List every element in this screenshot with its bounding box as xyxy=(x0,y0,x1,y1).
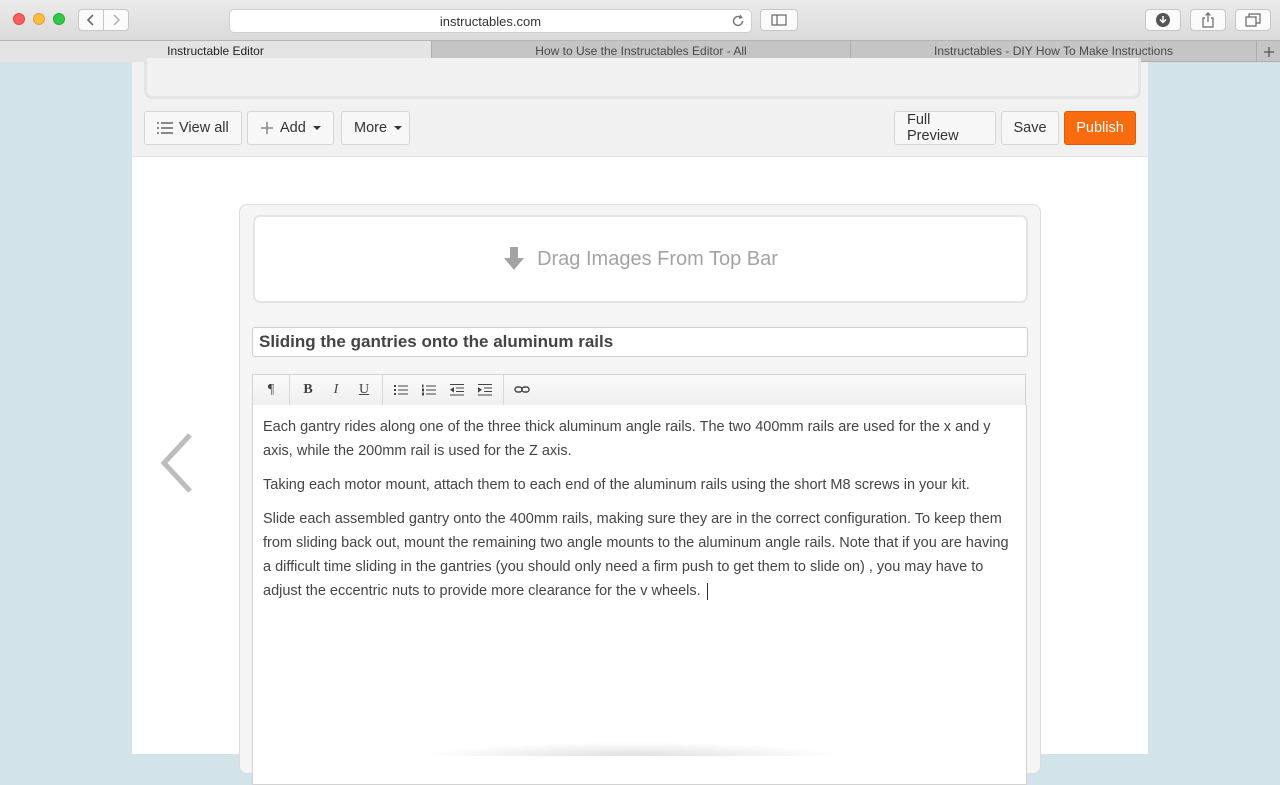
reload-button[interactable] xyxy=(730,13,746,34)
window-minimize-button[interactable] xyxy=(33,13,45,25)
editor-toolbar-area: View all Add More Full Preview Save Publ… xyxy=(132,58,1148,157)
new-tab-button[interactable] xyxy=(1257,41,1280,62)
caret-down-icon xyxy=(394,126,403,130)
step-body-editor[interactable]: Each gantry rides along one of the three… xyxy=(252,405,1027,785)
arrow-down-icon xyxy=(504,247,525,270)
rte-group-link xyxy=(504,375,540,405)
numbered-list-button[interactable] xyxy=(415,378,443,402)
chevron-right-icon xyxy=(113,14,121,26)
image-library-panel xyxy=(144,58,1141,99)
bulleted-list-icon xyxy=(394,385,408,395)
outdent-icon xyxy=(450,384,464,396)
rich-text-toolbar: ¶ B I U xyxy=(252,374,1026,406)
full-preview-button[interactable]: Full Preview xyxy=(894,111,996,145)
editor-page: View all Add More Full Preview Save Publ… xyxy=(132,58,1148,785)
add-label: Add xyxy=(280,120,306,136)
step-editor-card: Drag Images From Top Bar ¶ B I U xyxy=(239,204,1041,785)
text-cursor xyxy=(706,582,708,600)
image-dropzone[interactable]: Drag Images From Top Bar xyxy=(253,215,1028,303)
rte-group-style: B I U xyxy=(290,375,383,405)
paragraph-format-button[interactable]: ¶ xyxy=(257,378,285,402)
underline-button[interactable]: U xyxy=(350,378,378,402)
show-all-tabs-button[interactable] xyxy=(1235,9,1271,31)
caret-down-icon xyxy=(312,126,321,130)
insert-link-button[interactable] xyxy=(508,378,536,402)
previous-step-button[interactable] xyxy=(160,432,194,499)
step-title-input[interactable] xyxy=(252,327,1028,357)
chevron-left-icon xyxy=(86,14,94,26)
step-paragraph-text: Slide each assembled gantry onto the 400… xyxy=(263,511,1009,599)
more-button[interactable]: More xyxy=(341,111,410,145)
bulleted-list-button[interactable] xyxy=(387,378,415,402)
window-zoom-button[interactable] xyxy=(53,13,65,25)
plus-icon xyxy=(261,122,273,134)
share-button[interactable] xyxy=(1190,9,1226,31)
dropzone-text: Drag Images From Top Bar xyxy=(537,247,778,270)
step-paragraph: Each gantry rides along one of the three… xyxy=(263,419,991,459)
tabs-overview-icon xyxy=(1245,13,1261,27)
browser-titlebar: instructables.com xyxy=(0,0,1280,40)
address-url: instructables.com xyxy=(439,14,542,29)
save-button[interactable]: Save xyxy=(1001,111,1059,145)
italic-button[interactable]: I xyxy=(322,378,350,402)
view-all-label: View all xyxy=(179,120,229,136)
add-button[interactable]: Add xyxy=(247,111,334,145)
indent-button[interactable] xyxy=(471,378,499,402)
chevron-left-icon xyxy=(160,433,192,493)
rte-group-lists xyxy=(383,375,504,405)
back-button[interactable] xyxy=(78,9,104,31)
sidebar-toggle-button[interactable] xyxy=(760,9,798,31)
step-paragraph: Slide each assembled gantry onto the 400… xyxy=(263,507,1016,603)
step-paragraph: Taking each motor mount, attach them to … xyxy=(263,477,970,493)
publish-button[interactable]: Publish xyxy=(1064,111,1136,145)
more-label: More xyxy=(354,120,388,136)
list-icon xyxy=(157,122,173,134)
address-bar[interactable]: instructables.com xyxy=(229,9,752,33)
reload-icon xyxy=(732,14,744,27)
rte-group-format: ¶ xyxy=(253,375,290,405)
share-icon xyxy=(1202,12,1214,28)
view-all-button[interactable]: View all xyxy=(144,111,242,145)
window-close-button[interactable] xyxy=(13,13,25,25)
sidebar-icon xyxy=(771,14,787,26)
forward-button[interactable] xyxy=(103,9,129,31)
downloads-button[interactable] xyxy=(1145,9,1181,31)
numbered-list-icon xyxy=(422,384,436,396)
outdent-button[interactable] xyxy=(443,378,471,402)
download-icon xyxy=(1156,13,1170,27)
link-icon xyxy=(514,386,530,393)
bold-button[interactable]: B xyxy=(294,378,322,402)
plus-icon xyxy=(1263,46,1274,57)
indent-icon xyxy=(478,384,492,396)
